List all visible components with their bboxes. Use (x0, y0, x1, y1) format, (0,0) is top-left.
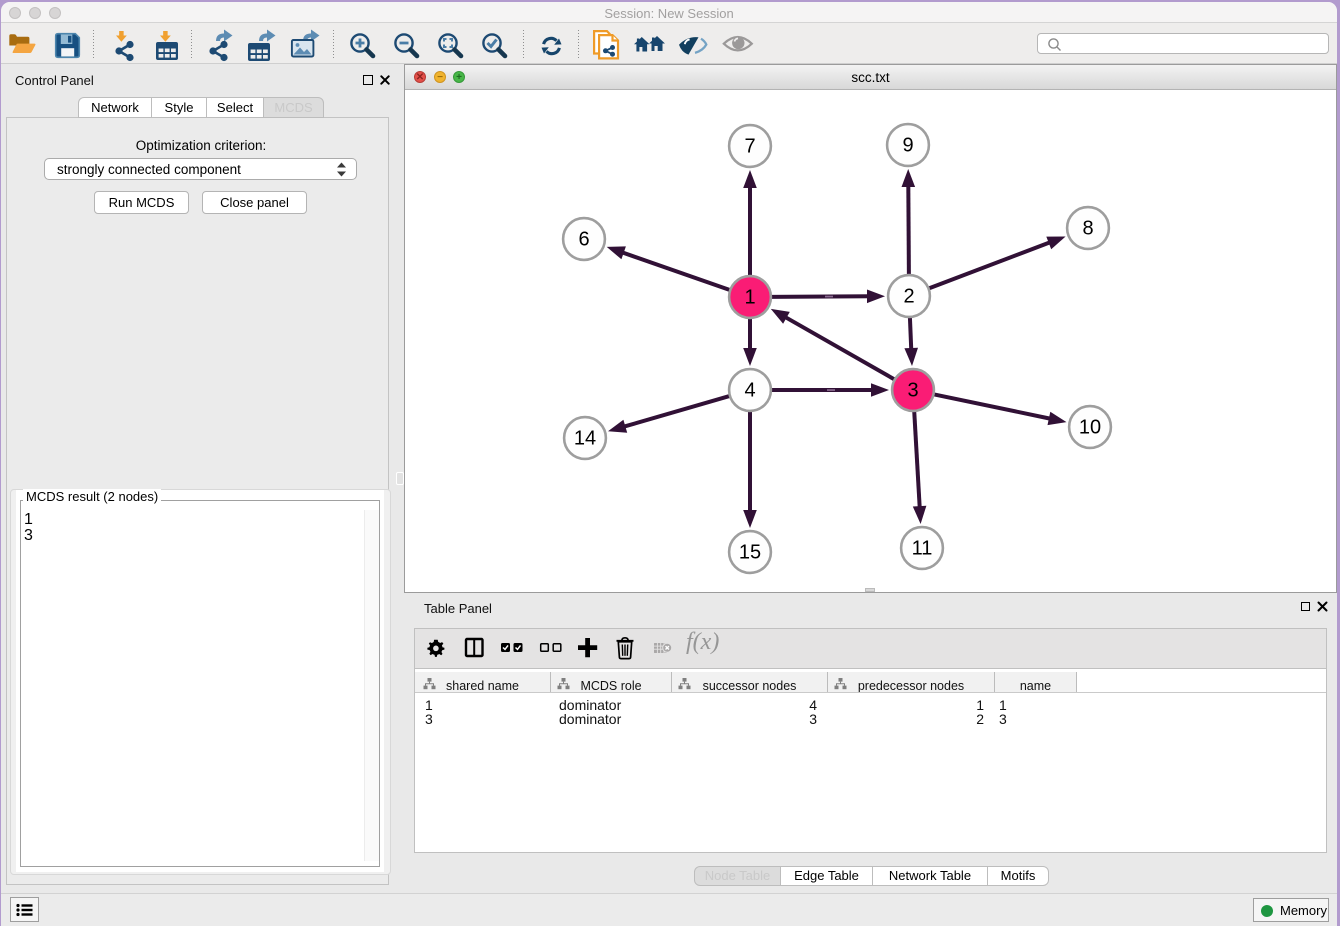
svg-text:14: 14 (574, 428, 596, 450)
svg-text:4: 4 (744, 380, 755, 402)
svg-text:7: 7 (744, 136, 755, 158)
svg-text:6: 6 (578, 229, 589, 251)
svg-text:15: 15 (739, 542, 761, 564)
svg-text:9: 9 (902, 135, 913, 157)
svg-text:10: 10 (1079, 417, 1101, 439)
svg-text:3: 3 (907, 380, 918, 402)
svg-text:1: 1 (744, 287, 755, 309)
svg-text:8: 8 (1082, 218, 1093, 240)
svg-text:2: 2 (903, 286, 914, 308)
svg-text:11: 11 (912, 538, 933, 560)
